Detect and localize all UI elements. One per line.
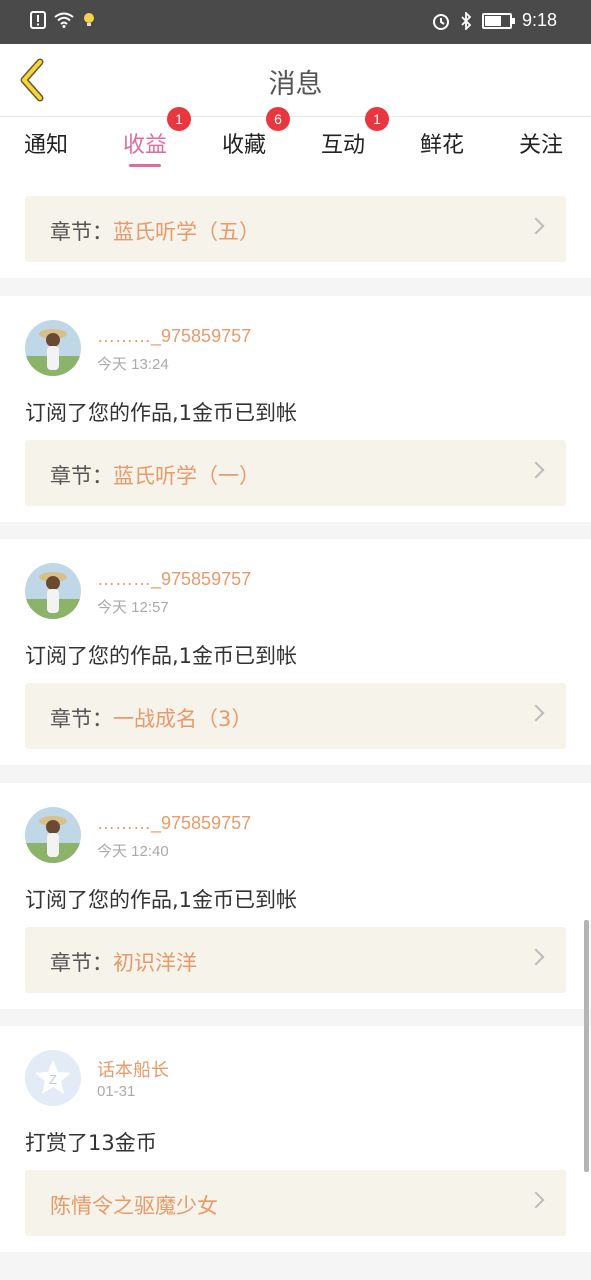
username[interactable]: ………_975859757 [97,569,251,590]
chapter-text: 章节：蓝氏听学（一） [50,460,260,490]
lightbulb-icon [84,13,94,26]
chevron-right-icon [527,461,545,479]
username[interactable]: 话本船长 [97,1056,169,1082]
tab-label: 通知 [24,133,69,158]
chapter-label: 章节： [50,464,113,488]
chapter-link[interactable]: 章节：初识洋洋 [25,927,566,993]
status-time: 9:18 [521,10,557,30]
message-text: 订阅了您的作品,1金币已到帐 [25,644,298,668]
tab-bar: 通知 收益 1 收藏 6 互动 1 鲜花 关注 [0,107,591,169]
avatar-image [25,320,81,376]
message-text: 打赏了13金币 [25,1131,157,1155]
tab-favorites[interactable]: 收藏 6 [222,107,291,159]
tab-label: 互动 [321,133,366,158]
chapter-name: 蓝氏听学（一） [113,464,260,488]
scrollbar[interactable] [584,920,589,1172]
chapter-label: 章节： [50,707,113,731]
timestamp: 今天 12:57 [97,599,169,616]
alert-icon [30,11,46,29]
chevron-right-icon [527,217,545,235]
tab-interactions[interactable]: 互动 1 [321,107,390,159]
tab-flowers[interactable]: 鲜花 [420,127,464,159]
chapter-name: 初识洋洋 [113,951,197,975]
chapter-label: 章节： [50,951,113,975]
wifi-icon [54,12,74,28]
message-text: 订阅了您的作品,1金币已到帐 [25,401,298,425]
message-card: ………_975859757 今天 12:57 订阅了您的作品,1金币已到帐 章节… [0,539,591,765]
username[interactable]: ………_975859757 [97,813,251,834]
avatar[interactable] [25,563,81,619]
tab-badge: 6 [266,107,291,131]
timestamp: 今天 12:40 [97,843,169,860]
tab-label: 收藏 [222,133,267,158]
chapter-name: 一战成名（3） [113,707,253,731]
chapter-text: 章节：蓝氏听学（五） [50,216,260,246]
svg-text:Z: Z [49,1072,57,1087]
status-icons-right: 9:18 [432,10,557,31]
chapter-text: 章节：初识洋洋 [50,947,197,977]
status-bar: 9:18 [0,0,591,44]
tab-label: 收益 [123,133,168,158]
avatar[interactable] [25,807,81,863]
chapter-text: 陈情令之驱魔少女 [50,1190,218,1220]
active-tab-indicator [129,164,161,167]
tab-label: 关注 [519,133,564,158]
message-card: Z 话本船长 01-31 打赏了13金币 陈情令之驱魔少女 [0,1026,591,1252]
avatar-image [25,807,81,863]
chapter-text: 章节：一战成名（3） [50,703,252,733]
chevron-right-icon [527,948,545,966]
work-link[interactable]: 陈情令之驱魔少女 [25,1170,566,1236]
default-avatar-icon: Z [25,1050,81,1106]
chapter-name: 蓝氏听学（五） [113,220,260,244]
tab-following[interactable]: 关注 [519,127,563,159]
tab-badge: 1 [365,107,390,131]
avatar[interactable]: Z [25,1050,81,1106]
status-icons-left [30,11,96,29]
chapter-link[interactable]: 章节：蓝氏听学（一） [25,440,566,506]
chevron-right-icon [527,1191,545,1209]
avatar[interactable] [25,320,81,376]
tab-notifications[interactable]: 通知 [24,127,68,159]
chapter-link[interactable]: 章节：蓝氏听学（五） [25,196,566,262]
timestamp: 01-31 [97,1083,136,1100]
page-title: 消息 [268,69,323,100]
battery-icon [481,12,515,29]
tab-badge: 1 [167,107,192,131]
chapter-link[interactable]: 章节：一战成名（3） [25,683,566,749]
username[interactable]: ………_975859757 [97,326,251,347]
alarm-icon [432,13,449,30]
work-name: 陈情令之驱魔少女 [50,1194,218,1218]
bluetooth-icon [461,11,472,30]
tab-earnings[interactable]: 收益 1 [123,107,192,167]
message-card: ………_975859757 今天 13:24 订阅了您的作品,1金币已到帐 章节… [0,296,591,522]
chevron-right-icon [527,704,545,722]
message-card: ………_975859757 今天 12:40 订阅了您的作品,1金币已到帐 章节… [0,783,591,1009]
message-card: 章节：蓝氏听学（五） [0,169,591,278]
header-bar: 消息 [0,44,591,117]
tab-label: 鲜花 [420,133,465,158]
timestamp: 今天 13:24 [97,356,169,373]
message-text: 订阅了您的作品,1金币已到帐 [25,888,298,912]
avatar-image [25,563,81,619]
chapter-label: 章节： [50,220,113,244]
